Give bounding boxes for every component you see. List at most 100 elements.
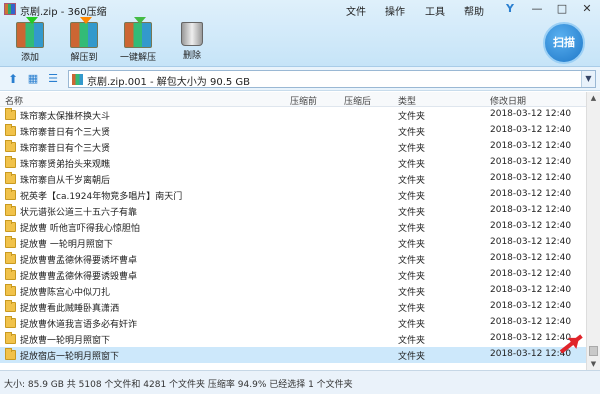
row-type: 文件夹 <box>398 224 426 234</box>
status-bar: 大小: 85.9 GB 共 5108 个文件和 4281 个文件夹 压缩率 94… <box>0 370 600 394</box>
row-name: 珠帘寨贤弟抬头来观瞧 <box>20 160 111 170</box>
menu-file[interactable]: 文件 <box>346 3 366 18</box>
table-row[interactable]: 祝英孝【ca.1924年物竞多唱片】南天门 文件夹 2018-03-12 12:40 <box>0 187 586 203</box>
column-compressed-before[interactable]: 压缩前 <box>290 94 317 107</box>
folder-icon <box>5 172 16 184</box>
row-type: 文件夹 <box>398 256 426 266</box>
zip-app-icon <box>4 3 16 15</box>
row-name: 捉放曹陈宫心中似刀扎 <box>20 288 111 298</box>
row-type: 文件夹 <box>398 304 426 314</box>
top-toolbar-area: 京剧.zip - 360压缩 文件 操作 工具 帮助 Y — □ ✕ 添加 解压… <box>0 0 600 67</box>
row-type: 文件夹 <box>398 336 426 346</box>
address-bar: ⬆ ▦ ☰ 京剧.zip.001 - 解包大小为 90.5 GB ▼ <box>0 67 600 91</box>
row-modified: 2018-03-12 12:40 <box>490 109 572 119</box>
maximize-button[interactable]: □ <box>552 1 572 16</box>
file-list: 珠帘寨太保推杯换大斗 文件夹 2018-03-12 12:40 珠帘寨昔日有个三大贤… <box>0 107 586 369</box>
row-name: 捉放曹 听他言吓得我心惊胆怕 <box>20 224 140 234</box>
table-row-selected[interactable]: 捉放宿店一轮明月照窗下 文件夹 2018-03-12 12:40 <box>0 347 586 363</box>
vertical-scrollbar[interactable]: ▲ ▼ <box>586 92 600 370</box>
column-compressed-after[interactable]: 压缩后 <box>344 94 371 107</box>
chevron-down-icon[interactable]: ▼ <box>581 71 595 87</box>
row-type: 文件夹 <box>398 208 426 218</box>
one-click-extract-button[interactable]: 一键解压 <box>116 17 160 63</box>
row-name: 珠帘寨昔日有个三大贤 <box>20 128 111 138</box>
folder-icon <box>5 220 16 232</box>
folder-icon <box>5 252 16 264</box>
table-row[interactable]: 珠帘寨昔日有个三大贤 文件夹 2018-03-12 12:40 <box>0 123 586 139</box>
row-name: 捉放曹看此贼睡卧真潇洒 <box>20 304 120 314</box>
row-name: 祝英孝【ca.1924年物竞多唱片】南天门 <box>20 192 183 202</box>
feedback-icon[interactable]: Y <box>500 1 520 16</box>
row-type: 文件夹 <box>398 144 426 154</box>
table-row[interactable]: 捉放曹 听他言吓得我心惊胆怕 文件夹 2018-03-12 12:40 <box>0 219 586 235</box>
row-name: 捉放曹曹孟德休得要诱毁曹卓 <box>20 272 138 282</box>
row-modified: 2018-03-12 12:40 <box>490 189 572 199</box>
row-type: 文件夹 <box>398 176 426 186</box>
folder-icon <box>5 140 16 152</box>
row-type: 文件夹 <box>398 192 426 202</box>
scroll-up-arrow-icon[interactable]: ▲ <box>587 92 600 104</box>
menu-operation[interactable]: 操作 <box>385 3 405 18</box>
extract-to-icon <box>70 17 98 48</box>
table-row[interactable]: 捉放曹看此贼睡卧真潇洒 文件夹 2018-03-12 12:40 <box>0 299 586 315</box>
table-row[interactable]: 珠帘寨太保推杯换大斗 文件夹 2018-03-12 12:40 <box>0 107 586 123</box>
row-name: 捉放宿店一轮明月照窗下 <box>20 352 120 362</box>
delete-button[interactable]: 删除 <box>170 22 214 61</box>
row-type: 文件夹 <box>398 240 426 250</box>
folder-icon <box>5 124 16 136</box>
table-row[interactable]: 状元谱张公道三十五六子有靠 文件夹 2018-03-12 12:40 <box>0 203 586 219</box>
table-row[interactable]: 捉放曹 一轮明月照窗下 文件夹 2018-03-12 12:40 <box>0 235 586 251</box>
up-arrow-icon[interactable]: ⬆ <box>6 72 20 86</box>
row-modified: 2018-03-12 12:40 <box>490 125 572 135</box>
minimize-button[interactable]: — <box>527 1 547 16</box>
table-row[interactable]: 捉放曹一轮明月照窗下 文件夹 2018-03-12 12:40 <box>0 331 586 347</box>
row-modified: 2018-03-12 12:40 <box>490 205 572 215</box>
table-row[interactable]: 珠帘寨自从千岁离朝后 文件夹 2018-03-12 12:40 <box>0 171 586 187</box>
delete-label: 删除 <box>182 51 201 61</box>
row-name: 捉放曹一轮明月照窗下 <box>20 336 111 346</box>
thumbnail-view-icon[interactable]: ▦ <box>26 72 40 86</box>
path-field[interactable]: 京剧.zip.001 - 解包大小为 90.5 GB ▼ <box>68 70 596 88</box>
row-name: 珠帘寨自从千岁离朝后 <box>20 176 111 186</box>
folder-icon <box>5 156 16 168</box>
column-modified[interactable]: 修改日期 <box>490 94 526 107</box>
list-view-icon[interactable]: ☰ <box>46 72 60 86</box>
add-button[interactable]: 添加 <box>8 17 52 63</box>
close-button[interactable]: ✕ <box>577 1 597 16</box>
row-type: 文件夹 <box>398 320 426 330</box>
row-modified: 2018-03-12 12:40 <box>490 269 572 279</box>
row-modified: 2018-03-12 12:40 <box>490 237 572 247</box>
row-modified: 2018-03-12 12:40 <box>490 301 572 311</box>
scroll-down-arrow-icon[interactable]: ▼ <box>587 358 600 370</box>
row-type: 文件夹 <box>398 128 426 138</box>
table-row[interactable]: 捉放曹休道我言语多必有奸诈 文件夹 2018-03-12 12:40 <box>0 315 586 331</box>
extract-to-button[interactable]: 解压到 <box>62 17 106 63</box>
column-type[interactable]: 类型 <box>398 94 416 107</box>
column-name[interactable]: 名称 <box>5 94 23 107</box>
row-modified: 2018-03-12 12:40 <box>490 173 572 183</box>
row-modified: 2018-03-12 12:40 <box>490 253 572 263</box>
table-row[interactable]: 捉放曹陈宫心中似刀扎 文件夹 2018-03-12 12:40 <box>0 283 586 299</box>
column-header: 名称 压缩前 压缩后 类型 修改日期 <box>0 92 586 107</box>
table-row[interactable]: 珠帘寨昔日有个三大贤 文件夹 2018-03-12 12:40 <box>0 139 586 155</box>
add-icon <box>16 17 44 48</box>
folder-icon <box>5 268 16 280</box>
folder-icon <box>5 316 16 328</box>
folder-icon <box>5 300 16 312</box>
row-modified: 2018-03-12 12:40 <box>490 221 572 231</box>
scroll-thumb[interactable] <box>589 346 598 356</box>
title-bar: 京剧.zip - 360压缩 文件 操作 工具 帮助 Y — □ ✕ <box>0 0 600 18</box>
menu-help[interactable]: 帮助 <box>464 3 484 18</box>
folder-icon <box>5 236 16 248</box>
menu-tools[interactable]: 工具 <box>425 3 445 18</box>
row-modified: 2018-03-12 12:40 <box>490 333 572 343</box>
scan-button[interactable]: 扫描 <box>543 22 585 64</box>
row-type: 文件夹 <box>398 288 426 298</box>
table-row[interactable]: 捉放曹曹孟德休得要诱坏曹卓 文件夹 2018-03-12 12:40 <box>0 251 586 267</box>
table-row[interactable]: 捉放曹曹孟德休得要诱毁曹卓 文件夹 2018-03-12 12:40 <box>0 267 586 283</box>
row-modified: 2018-03-12 12:40 <box>490 157 572 167</box>
add-label: 添加 <box>20 53 39 63</box>
table-row[interactable]: 珠帘寨贤弟抬头来观瞧 文件夹 2018-03-12 12:40 <box>0 155 586 171</box>
row-type: 文件夹 <box>398 272 426 282</box>
folder-icon <box>5 332 16 344</box>
